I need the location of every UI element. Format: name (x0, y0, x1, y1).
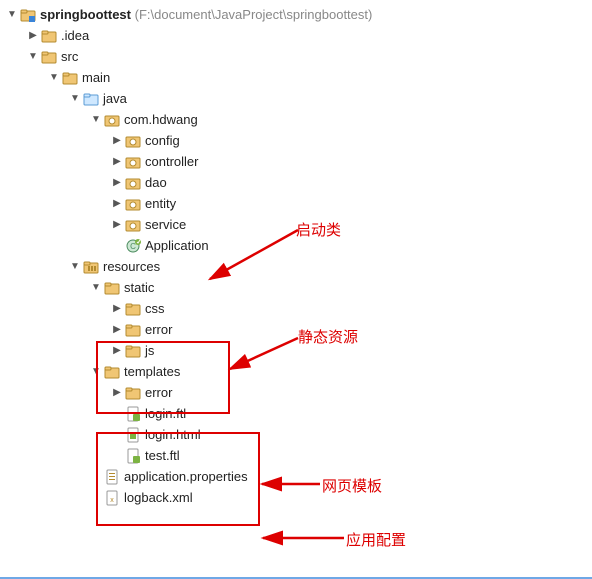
tree-item-label: login.html (145, 424, 201, 445)
html-file-icon (125, 427, 141, 443)
chevron-right-icon[interactable]: ▶ (111, 130, 123, 151)
tree-row-loginftl[interactable]: login.ftl (6, 403, 592, 424)
tree-item-label: dao (145, 172, 167, 193)
tree-row-error[interactable]: ▶ error (6, 319, 592, 340)
package-icon (125, 154, 141, 170)
folder-icon (41, 28, 57, 44)
project-tree: ▼ springboottest (F:\document\JavaProjec… (0, 0, 592, 508)
tree-row-config[interactable]: ▶ config (6, 130, 592, 151)
chevron-right-icon[interactable]: ▶ (111, 214, 123, 235)
folder-icon (104, 364, 120, 380)
chevron-right-icon[interactable]: ▶ (111, 319, 123, 340)
folder-icon (62, 70, 78, 86)
tree-item-label: config (145, 130, 180, 151)
module-folder-icon (20, 7, 36, 23)
tree-item-label: login.ftl (145, 403, 186, 424)
package-icon (125, 133, 141, 149)
package-icon (104, 112, 120, 128)
properties-file-icon (104, 469, 120, 485)
tree-item-label: js (145, 340, 154, 361)
annotation-appconf: 应用配置 (346, 529, 406, 550)
chevron-down-icon[interactable]: ▼ (27, 46, 39, 67)
svg-text:x: x (110, 497, 114, 504)
chevron-right-icon[interactable]: ▶ (27, 25, 39, 46)
svg-text:C: C (130, 242, 136, 251)
tree-row-js[interactable]: ▶ js (6, 340, 592, 361)
tree-row-loginhtml[interactable]: login.html (6, 424, 592, 445)
tree-row-terror[interactable]: ▶ error (6, 382, 592, 403)
tree-row-testftl[interactable]: test.ftl (6, 445, 592, 466)
tree-row-css[interactable]: ▶ css (6, 298, 592, 319)
tree-item-label: src (61, 46, 78, 67)
tree-row-entity[interactable]: ▶ entity (6, 193, 592, 214)
chevron-right-icon[interactable]: ▶ (111, 382, 123, 403)
chevron-down-icon[interactable]: ▼ (6, 4, 18, 25)
tree-item-label: service (145, 214, 186, 235)
tree-item-label: main (82, 67, 110, 88)
folder-icon (125, 322, 141, 338)
ftl-file-icon (125, 406, 141, 422)
chevron-right-icon[interactable]: ▶ (111, 151, 123, 172)
tree-item-label: controller (145, 151, 198, 172)
tree-item-label: test.ftl (145, 445, 180, 466)
tree-row-src[interactable]: ▼ src (6, 46, 592, 67)
project-path: (F:\document\JavaProject\springboottest) (135, 4, 373, 25)
tree-row-service[interactable]: ▶ service (6, 214, 592, 235)
tree-row-main[interactable]: ▼ main (6, 67, 592, 88)
tree-item-label: java (103, 88, 127, 109)
chevron-down-icon[interactable]: ▼ (48, 67, 60, 88)
tree-item-label: templates (124, 361, 180, 382)
package-icon (125, 175, 141, 191)
folder-icon (125, 301, 141, 317)
package-icon (125, 217, 141, 233)
chevron-right-icon[interactable]: ▶ (111, 193, 123, 214)
tree-row-idea[interactable]: ▶ .idea (6, 25, 592, 46)
tree-row-controller[interactable]: ▶ controller (6, 151, 592, 172)
chevron-down-icon[interactable]: ▼ (69, 88, 81, 109)
tree-row-logback[interactable]: x logback.xml (6, 487, 592, 508)
tree-item-label: error (145, 319, 172, 340)
project-name: springboottest (40, 4, 131, 25)
xml-file-icon: x (104, 490, 120, 506)
tree-row-dao[interactable]: ▶ dao (6, 172, 592, 193)
tree-item-label: resources (103, 256, 160, 277)
tree-item-label: Application (145, 235, 209, 256)
tree-item-label: application.properties (124, 466, 248, 487)
tree-row-root[interactable]: ▼ springboottest (F:\document\JavaProjec… (6, 4, 592, 25)
tree-row-static[interactable]: ▼ static (6, 277, 592, 298)
chevron-right-icon[interactable]: ▶ (111, 172, 123, 193)
chevron-down-icon[interactable]: ▼ (90, 109, 102, 130)
chevron-down-icon[interactable]: ▼ (69, 256, 81, 277)
tree-row-java[interactable]: ▼ java (6, 88, 592, 109)
folder-icon (125, 343, 141, 359)
folder-icon (41, 49, 57, 65)
tree-item-label: entity (145, 193, 176, 214)
folder-icon (104, 280, 120, 296)
resources-folder-icon (83, 259, 99, 275)
tree-item-label: logback.xml (124, 487, 193, 508)
tree-row-appprops[interactable]: application.properties (6, 466, 592, 487)
tree-row-templates[interactable]: ▼ templates (6, 361, 592, 382)
chevron-down-icon[interactable]: ▼ (90, 277, 102, 298)
tree-item-label: error (145, 382, 172, 403)
chevron-right-icon[interactable]: ▶ (111, 340, 123, 361)
package-icon (125, 196, 141, 212)
tree-item-label: .idea (61, 25, 89, 46)
tree-row-resources[interactable]: ▼ resources (6, 256, 592, 277)
tree-item-label: css (145, 298, 165, 319)
tree-row-package[interactable]: ▼ com.hdwang (6, 109, 592, 130)
chevron-right-icon[interactable]: ▶ (111, 298, 123, 319)
folder-icon (125, 385, 141, 401)
java-class-icon: C (125, 238, 141, 254)
tree-item-label: static (124, 277, 154, 298)
ftl-file-icon (125, 448, 141, 464)
source-folder-icon (83, 91, 99, 107)
tree-item-label: com.hdwang (124, 109, 198, 130)
chevron-down-icon[interactable]: ▼ (90, 361, 102, 382)
tree-row-application[interactable]: C Application (6, 235, 592, 256)
